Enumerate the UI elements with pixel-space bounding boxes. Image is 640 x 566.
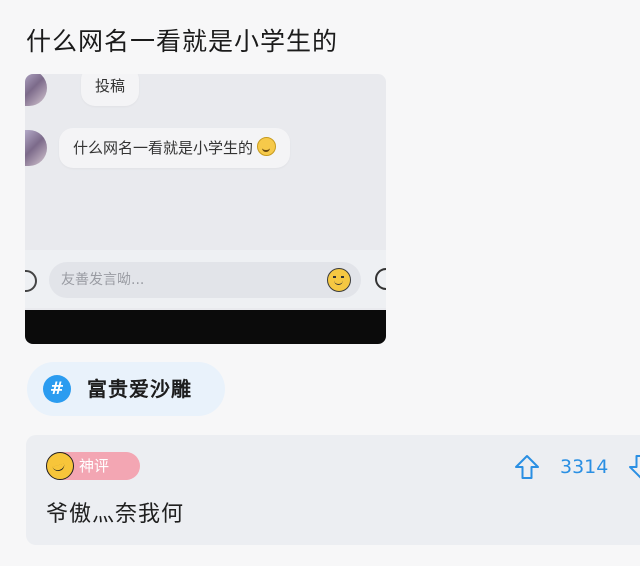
- chat-screenshot: 投稿 什么网名一看就是小学生的 友善发言呦...: [25, 74, 386, 344]
- grinning-emoji-icon: [257, 137, 277, 156]
- downvote-arrow-icon[interactable]: [628, 454, 640, 480]
- topic-label: 富贵爱沙雕: [87, 377, 192, 401]
- hash-icon: #: [43, 375, 71, 403]
- redacted-bar: [25, 310, 386, 344]
- hot-comment-badge: 神评: [46, 452, 140, 480]
- chat-input-bar: 友善发言呦...: [25, 250, 386, 308]
- chat-bubble: 什么网名一看就是小学生的: [59, 128, 291, 168]
- upvote-arrow-icon[interactable]: [514, 454, 540, 480]
- chat-input-placeholder: 友善发言呦...: [61, 272, 145, 288]
- avatar: [25, 130, 47, 166]
- upvote-count: 3314: [560, 456, 609, 478]
- avatar: [25, 74, 47, 106]
- chat-bubble: 投稿: [81, 74, 140, 106]
- post-title: 什么网名一看就是小学生的: [26, 27, 339, 56]
- emoji-icon[interactable]: [327, 268, 351, 292]
- footer-strip: [0, 545, 640, 566]
- page: 什么网名一看就是小学生的 投稿 什么网名一看就是小学生的 友善发言呦... # …: [0, 0, 640, 566]
- hot-comment-label: 神评: [79, 457, 110, 475]
- chat-message-text: 什么网名一看就是小学生的: [73, 139, 254, 157]
- topic-tag[interactable]: # 富贵爱沙雕: [27, 362, 225, 416]
- top-comment-card: 神评 3314 爷傲灬奈我何: [26, 435, 640, 545]
- comment-text: 爷傲灬奈我何: [46, 502, 185, 527]
- voice-icon[interactable]: [25, 270, 37, 292]
- plus-icon[interactable]: [375, 268, 386, 290]
- chat-message-text: 投稿: [95, 77, 126, 95]
- smirk-emoji-icon: [46, 452, 74, 480]
